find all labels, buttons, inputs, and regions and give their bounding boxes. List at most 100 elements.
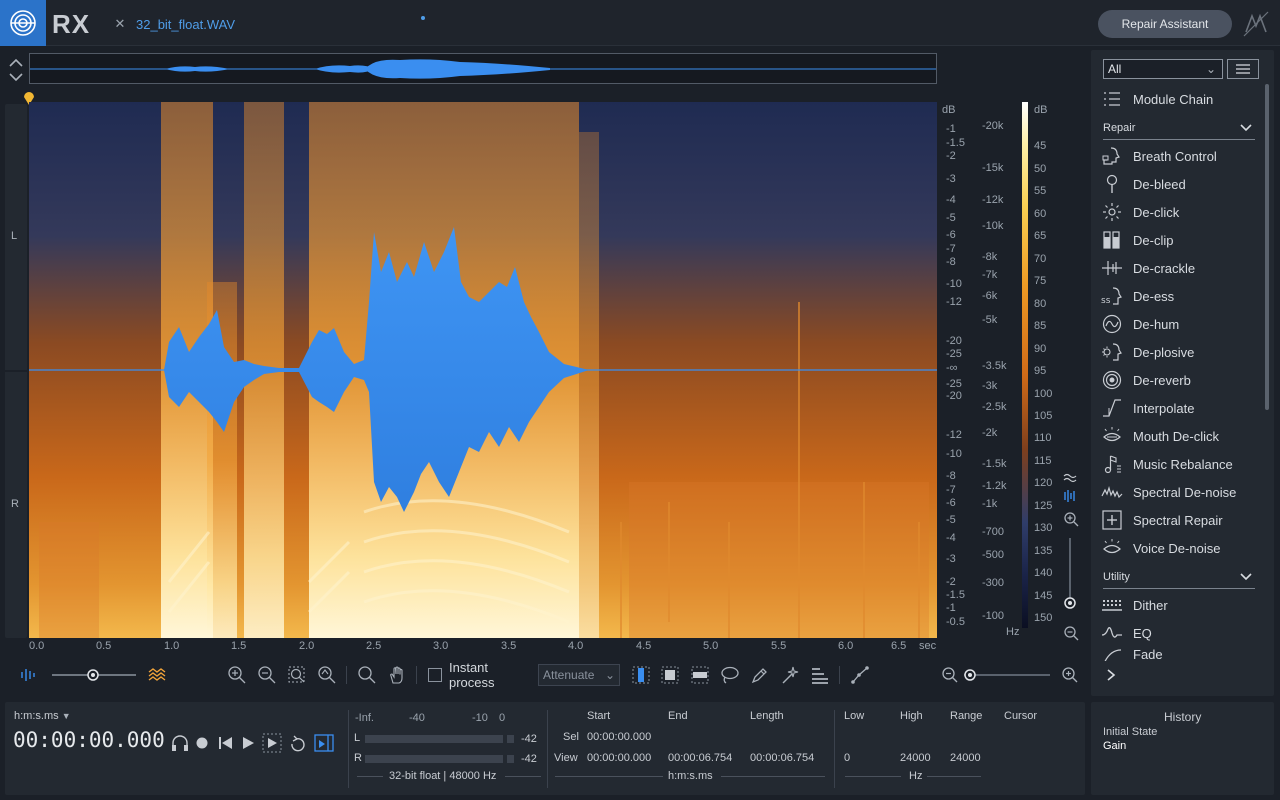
right-clip-indicator[interactable] bbox=[507, 755, 514, 763]
waveform-only-icon[interactable] bbox=[18, 658, 40, 692]
module-mouth-de-click[interactable]: Mouth De-click bbox=[1101, 422, 1261, 450]
time-tick: 4.0 bbox=[568, 640, 584, 652]
time-frequency-selection-tool-icon[interactable] bbox=[659, 658, 681, 692]
frequency-selection-tool-icon[interactable] bbox=[689, 658, 711, 692]
history-item[interactable]: Initial State bbox=[1103, 726, 1157, 738]
spectrogram-view[interactable] bbox=[29, 102, 937, 638]
module-de-bleed[interactable]: De-bleed bbox=[1101, 170, 1261, 198]
colorbar-tick: 80 bbox=[1034, 298, 1047, 310]
zoom-to-selection-icon[interactable] bbox=[286, 658, 308, 692]
module-music-rebalance[interactable]: Music Rebalance bbox=[1101, 450, 1261, 478]
magic-wand-tool-icon[interactable] bbox=[779, 658, 801, 692]
go-to-start-icon[interactable] bbox=[219, 737, 232, 749]
view-end-field[interactable]: 00:00:06.754 bbox=[668, 752, 732, 764]
module-filter-select[interactable]: All ⌄ bbox=[1103, 59, 1223, 79]
module-breath-control[interactable]: Breath Control bbox=[1101, 142, 1261, 170]
module-de-reverb[interactable]: De-reverb bbox=[1101, 366, 1261, 394]
zoom-tool-icon[interactable] bbox=[356, 658, 378, 692]
module-de-crackle[interactable]: De-crackle bbox=[1101, 254, 1261, 282]
history-item[interactable]: Gain bbox=[1103, 740, 1126, 752]
hz-tick: -1.2k bbox=[982, 480, 1007, 492]
waveform-view-icon[interactable] bbox=[1064, 490, 1075, 502]
close-tab-icon[interactable]: ✕ bbox=[112, 16, 128, 32]
loop-icon[interactable] bbox=[291, 735, 305, 752]
zoom-out-icon[interactable] bbox=[256, 658, 278, 692]
left-clip-indicator[interactable] bbox=[507, 735, 514, 743]
brush-tool-icon[interactable] bbox=[749, 658, 771, 692]
scroll-follow-icon[interactable] bbox=[314, 734, 334, 752]
module-de-ess[interactable]: ss De-ess bbox=[1101, 282, 1261, 310]
module-filter-value: All bbox=[1108, 62, 1122, 76]
gain-envelope-tool-icon[interactable] bbox=[849, 658, 871, 692]
horizontal-zoom-slider[interactable] bbox=[962, 658, 1052, 692]
zoom-reset-icon[interactable] bbox=[316, 658, 338, 692]
module-de-clip[interactable]: De-clip bbox=[1101, 226, 1261, 254]
spectrogram-only-icon[interactable] bbox=[146, 658, 170, 692]
headphones-icon[interactable] bbox=[172, 735, 188, 751]
repair-category-header[interactable]: Repair bbox=[1103, 122, 1255, 140]
hz-tick: -1.5k bbox=[982, 458, 1007, 470]
spectral-repair-icon bbox=[1101, 509, 1123, 531]
time-selection-tool-icon[interactable] bbox=[630, 658, 652, 692]
db-tick: -7 bbox=[946, 243, 956, 255]
instant-process-checkbox[interactable] bbox=[426, 658, 444, 692]
module-chain-item[interactable]: Module Chain bbox=[1101, 85, 1261, 113]
module-de-hum[interactable]: De-hum bbox=[1101, 310, 1261, 338]
module-de-plosive[interactable]: De-plosive bbox=[1101, 338, 1261, 366]
waveform-overview[interactable] bbox=[29, 53, 937, 84]
channel-right-label[interactable]: R bbox=[11, 498, 19, 510]
view-length-field[interactable]: 00:00:06.754 bbox=[750, 752, 814, 764]
module-eq[interactable]: EQ bbox=[1101, 619, 1261, 647]
waveform-spectrogram-blend-slider[interactable] bbox=[50, 658, 138, 692]
spectrogram-colorbar[interactable] bbox=[1022, 102, 1028, 628]
colorbar-tick: 45 bbox=[1034, 140, 1047, 152]
channel-left-label[interactable]: L bbox=[11, 230, 17, 242]
expand-panel-chevron-icon[interactable] bbox=[1105, 668, 1117, 682]
sel-start-field[interactable]: 00:00:00.000 bbox=[587, 731, 651, 743]
colorbar-tick: 90 bbox=[1034, 343, 1047, 355]
play-button-icon[interactable] bbox=[243, 737, 254, 749]
module-dither[interactable]: Dither bbox=[1101, 591, 1261, 619]
module-list-scrollbar[interactable] bbox=[1265, 84, 1269, 410]
module-list-menu-button[interactable] bbox=[1227, 59, 1259, 79]
horizontal-zoom-in-icon[interactable] bbox=[1060, 658, 1080, 692]
db-tick: -1 bbox=[946, 123, 956, 135]
time-format-selector[interactable]: h:m:s.ms ▼ bbox=[14, 710, 71, 722]
view-start-field[interactable]: 00:00:00.000 bbox=[587, 752, 651, 764]
module-interpolate[interactable]: Interpolate bbox=[1101, 394, 1261, 422]
db-tick: -8 bbox=[946, 470, 956, 482]
zoom-out-vertical-icon[interactable] bbox=[1064, 626, 1079, 641]
overview-toggle-icon[interactable] bbox=[6, 56, 26, 84]
module-de-click[interactable]: De-click bbox=[1101, 198, 1261, 226]
module-label: De-crackle bbox=[1133, 260, 1196, 276]
time-tick: 3.0 bbox=[433, 640, 449, 652]
file-tab[interactable]: ✕ 32_bit_float.WAV bbox=[112, 12, 235, 36]
low-frequency-field[interactable]: 0 bbox=[844, 752, 850, 764]
izotope-logo[interactable] bbox=[0, 0, 46, 46]
hand-tool-icon[interactable] bbox=[386, 658, 408, 692]
high-frequency-field[interactable]: 24000 bbox=[900, 752, 931, 764]
colorbar-header: dB bbox=[1034, 104, 1048, 116]
module-spectral-de-noise[interactable]: Spectral De-noise bbox=[1101, 478, 1261, 506]
instant-process-mode-select[interactable]: Attenuate ⌄ bbox=[538, 664, 620, 686]
zoom-in-vertical-icon[interactable] bbox=[1064, 512, 1079, 527]
module-spectral-repair[interactable]: Spectral Repair bbox=[1101, 506, 1261, 534]
spectrogram-waveform-toggle-icon[interactable] bbox=[1063, 473, 1077, 483]
utility-category-label: Utility bbox=[1103, 571, 1130, 583]
app-name: RX bbox=[52, 9, 91, 39]
range-frequency-field[interactable]: 24000 bbox=[950, 752, 981, 764]
horizontal-zoom-out-icon[interactable] bbox=[940, 658, 960, 692]
colorbar-tick: 120 bbox=[1034, 477, 1053, 489]
harmonic-selection-tool-icon[interactable] bbox=[809, 658, 831, 692]
repair-assistant-button[interactable]: Repair Assistant bbox=[1098, 10, 1232, 38]
module-fade[interactable]: Fade bbox=[1101, 647, 1261, 661]
play-selection-icon[interactable] bbox=[262, 733, 282, 753]
module-voice-de-noise[interactable]: Voice De-noise bbox=[1101, 534, 1261, 562]
record-button-icon[interactable] bbox=[196, 737, 208, 749]
utility-category-header[interactable]: Utility bbox=[1103, 571, 1255, 589]
lasso-tool-icon[interactable] bbox=[719, 658, 741, 692]
db-tick: -1.5 bbox=[946, 137, 965, 149]
hz-tick: -3k bbox=[982, 380, 998, 392]
zoom-in-icon[interactable] bbox=[226, 658, 248, 692]
channel-selector[interactable] bbox=[5, 104, 27, 638]
